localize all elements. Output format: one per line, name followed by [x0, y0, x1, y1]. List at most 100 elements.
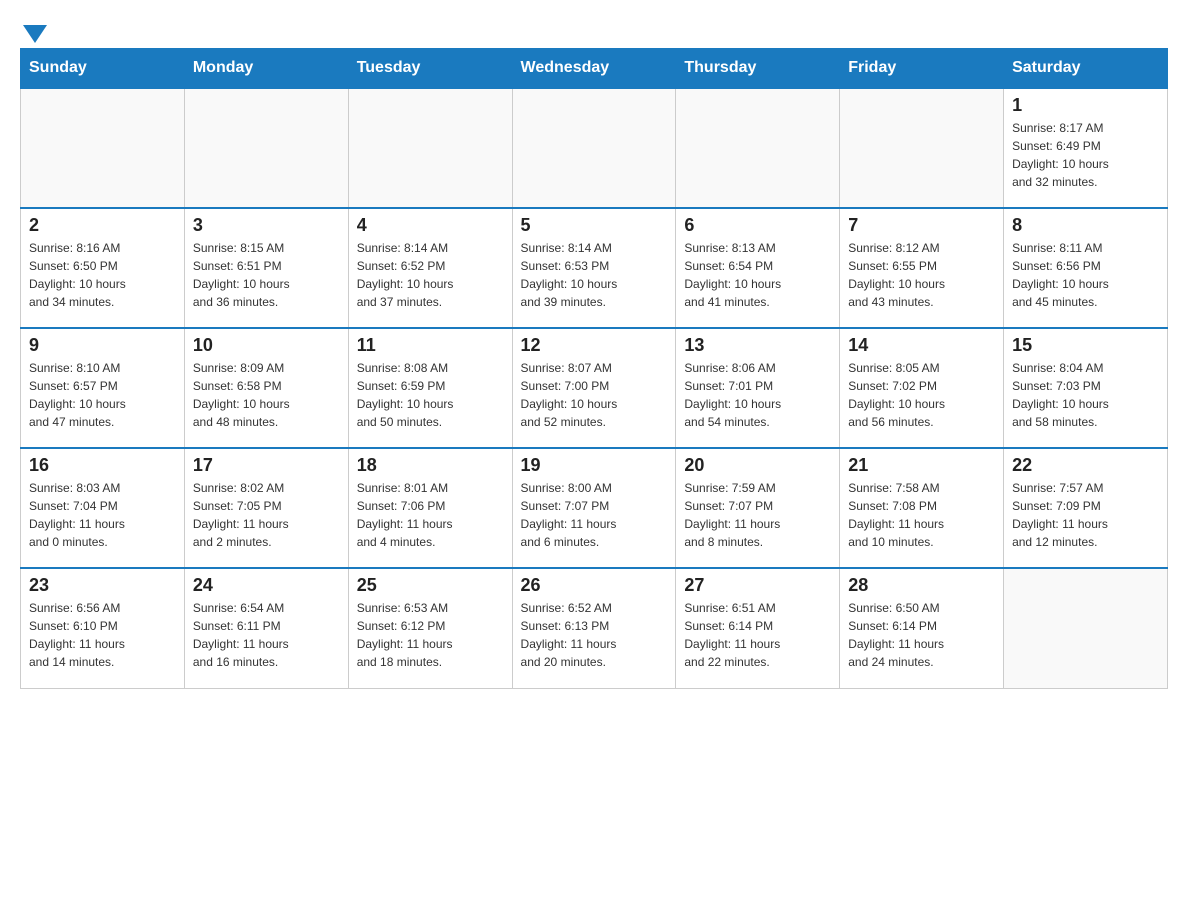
day-info: Sunrise: 8:04 AM Sunset: 7:03 PM Dayligh…	[1012, 359, 1159, 431]
day-info: Sunrise: 8:14 AM Sunset: 6:53 PM Dayligh…	[521, 239, 668, 311]
day-number: 27	[684, 575, 831, 596]
calendar-cell: 8 Sunrise: 8:11 AM Sunset: 6:56 PM Daylig…	[1004, 208, 1168, 328]
day-info: Sunrise: 8:07 AM Sunset: 7:00 PM Dayligh…	[521, 359, 668, 431]
day-number: 23	[29, 575, 176, 596]
day-info: Sunrise: 8:01 AM Sunset: 7:06 PM Dayligh…	[357, 479, 504, 551]
day-number: 18	[357, 455, 504, 476]
calendar-header-sunday: Sunday	[21, 49, 185, 89]
day-info: Sunrise: 8:03 AM Sunset: 7:04 PM Dayligh…	[29, 479, 176, 551]
calendar-cell	[512, 88, 676, 208]
day-number: 8	[1012, 215, 1159, 236]
calendar-cell: 26 Sunrise: 6:52 AM Sunset: 6:13 PM Dayli…	[512, 568, 676, 688]
calendar-cell: 3Sunrise: 8:15 AM Sunset: 6:51 PM Daylig…	[184, 208, 348, 328]
day-number: 10	[193, 335, 340, 356]
calendar-header-row: SundayMondayTuesdayWednesdayThursdayFrid…	[21, 49, 1168, 89]
logo-triangle-icon	[23, 25, 47, 43]
logo	[20, 20, 50, 38]
day-info: Sunrise: 8:11 AM Sunset: 6:56 PM Dayligh…	[1012, 239, 1159, 311]
day-info: Sunrise: 8:06 AM Sunset: 7:01 PM Dayligh…	[684, 359, 831, 431]
calendar-cell: 24 Sunrise: 6:54 AM Sunset: 6:11 PM Dayli…	[184, 568, 348, 688]
calendar-cell: 14 Sunrise: 8:05 AM Sunset: 7:02 PM Dayli…	[840, 328, 1004, 448]
calendar-cell: 22 Sunrise: 7:57 AM Sunset: 7:09 PM Dayli…	[1004, 448, 1168, 568]
calendar-table: SundayMondayTuesdayWednesdayThursdayFrid…	[20, 48, 1168, 689]
day-number: 6	[684, 215, 831, 236]
calendar-header-thursday: Thursday	[676, 49, 840, 89]
day-number: 24	[193, 575, 340, 596]
day-info: Sunrise: 6:56 AM Sunset: 6:10 PM Dayligh…	[29, 599, 176, 671]
day-number: 9	[29, 335, 176, 356]
day-info: Sunrise: 6:52 AM Sunset: 6:13 PM Dayligh…	[521, 599, 668, 671]
calendar-cell: 13 Sunrise: 8:06 AM Sunset: 7:01 PM Dayli…	[676, 328, 840, 448]
calendar-cell: 28 Sunrise: 6:50 AM Sunset: 6:14 PM Dayli…	[840, 568, 1004, 688]
day-info: Sunrise: 8:13 AM Sunset: 6:54 PM Dayligh…	[684, 239, 831, 311]
calendar-cell: 2 Sunrise: 8:16 AM Sunset: 6:50 PM Daylig…	[21, 208, 185, 328]
calendar-cell: 17 Sunrise: 8:02 AM Sunset: 7:05 PM Dayli…	[184, 448, 348, 568]
calendar-header-wednesday: Wednesday	[512, 49, 676, 89]
calendar-cell: 6 Sunrise: 8:13 AM Sunset: 6:54 PM Daylig…	[676, 208, 840, 328]
calendar-cell: 16 Sunrise: 8:03 AM Sunset: 7:04 PM Dayli…	[21, 448, 185, 568]
day-number: 2	[29, 215, 176, 236]
day-info: Sunrise: 8:16 AM Sunset: 6:50 PM Dayligh…	[29, 239, 176, 311]
day-number: 25	[357, 575, 504, 596]
day-info: Sunrise: 6:53 AM Sunset: 6:12 PM Dayligh…	[357, 599, 504, 671]
day-number: 16	[29, 455, 176, 476]
calendar-cell: 5 Sunrise: 8:14 AM Sunset: 6:53 PM Daylig…	[512, 208, 676, 328]
day-number: 22	[1012, 455, 1159, 476]
calendar-cell: 27 Sunrise: 6:51 AM Sunset: 6:14 PM Dayli…	[676, 568, 840, 688]
calendar-cell: 7Sunrise: 8:12 AM Sunset: 6:55 PM Daylig…	[840, 208, 1004, 328]
calendar-cell	[348, 88, 512, 208]
calendar-header-saturday: Saturday	[1004, 49, 1168, 89]
calendar-cell: 20 Sunrise: 7:59 AM Sunset: 7:07 PM Dayli…	[676, 448, 840, 568]
day-info: Sunrise: 6:50 AM Sunset: 6:14 PM Dayligh…	[848, 599, 995, 671]
day-info: Sunrise: 8:17 AM Sunset: 6:49 PM Dayligh…	[1012, 119, 1159, 191]
day-number: 17	[193, 455, 340, 476]
day-info: Sunrise: 8:14 AM Sunset: 6:52 PM Dayligh…	[357, 239, 504, 311]
day-number: 3	[193, 215, 340, 236]
calendar-cell	[840, 88, 1004, 208]
calendar-cell	[184, 88, 348, 208]
day-number: 21	[848, 455, 995, 476]
calendar-header-monday: Monday	[184, 49, 348, 89]
day-info: Sunrise: 8:02 AM Sunset: 7:05 PM Dayligh…	[193, 479, 340, 551]
calendar-header-friday: Friday	[840, 49, 1004, 89]
calendar-cell: 15 Sunrise: 8:04 AM Sunset: 7:03 PM Dayli…	[1004, 328, 1168, 448]
calendar-cell: 23 Sunrise: 6:56 AM Sunset: 6:10 PM Dayli…	[21, 568, 185, 688]
calendar-cell	[21, 88, 185, 208]
calendar-header-tuesday: Tuesday	[348, 49, 512, 89]
calendar-cell: 9 Sunrise: 8:10 AM Sunset: 6:57 PM Daylig…	[21, 328, 185, 448]
day-number: 28	[848, 575, 995, 596]
day-info: Sunrise: 8:08 AM Sunset: 6:59 PM Dayligh…	[357, 359, 504, 431]
calendar-week-4: 16 Sunrise: 8:03 AM Sunset: 7:04 PM Dayli…	[21, 448, 1168, 568]
day-number: 4	[357, 215, 504, 236]
day-number: 20	[684, 455, 831, 476]
day-info: Sunrise: 7:59 AM Sunset: 7:07 PM Dayligh…	[684, 479, 831, 551]
day-info: Sunrise: 6:54 AM Sunset: 6:11 PM Dayligh…	[193, 599, 340, 671]
calendar-cell: 11 Sunrise: 8:08 AM Sunset: 6:59 PM Dayli…	[348, 328, 512, 448]
day-info: Sunrise: 8:10 AM Sunset: 6:57 PM Dayligh…	[29, 359, 176, 431]
day-number: 14	[848, 335, 995, 356]
day-number: 26	[521, 575, 668, 596]
day-number: 15	[1012, 335, 1159, 356]
day-number: 13	[684, 335, 831, 356]
calendar-cell: 21 Sunrise: 7:58 AM Sunset: 7:08 PM Dayli…	[840, 448, 1004, 568]
calendar-cell: 19 Sunrise: 8:00 AM Sunset: 7:07 PM Dayli…	[512, 448, 676, 568]
calendar-cell: 4 Sunrise: 8:14 AM Sunset: 6:52 PM Daylig…	[348, 208, 512, 328]
calendar-cell: 25 Sunrise: 6:53 AM Sunset: 6:12 PM Dayli…	[348, 568, 512, 688]
day-info: Sunrise: 6:51 AM Sunset: 6:14 PM Dayligh…	[684, 599, 831, 671]
day-info: Sunrise: 7:57 AM Sunset: 7:09 PM Dayligh…	[1012, 479, 1159, 551]
day-number: 5	[521, 215, 668, 236]
day-info: Sunrise: 8:12 AM Sunset: 6:55 PM Dayligh…	[848, 239, 995, 311]
calendar-week-1: 1 Sunrise: 8:17 AM Sunset: 6:49 PM Daylig…	[21, 88, 1168, 208]
day-info: Sunrise: 8:05 AM Sunset: 7:02 PM Dayligh…	[848, 359, 995, 431]
calendar-cell: 10Sunrise: 8:09 AM Sunset: 6:58 PM Dayli…	[184, 328, 348, 448]
day-number: 19	[521, 455, 668, 476]
calendar-cell	[676, 88, 840, 208]
calendar-cell: 1 Sunrise: 8:17 AM Sunset: 6:49 PM Daylig…	[1004, 88, 1168, 208]
day-number: 11	[357, 335, 504, 356]
day-number: 12	[521, 335, 668, 356]
day-info: Sunrise: 8:00 AM Sunset: 7:07 PM Dayligh…	[521, 479, 668, 551]
calendar-week-3: 9 Sunrise: 8:10 AM Sunset: 6:57 PM Daylig…	[21, 328, 1168, 448]
day-number: 1	[1012, 95, 1159, 116]
day-info: Sunrise: 7:58 AM Sunset: 7:08 PM Dayligh…	[848, 479, 995, 551]
calendar-cell: 12 Sunrise: 8:07 AM Sunset: 7:00 PM Dayli…	[512, 328, 676, 448]
